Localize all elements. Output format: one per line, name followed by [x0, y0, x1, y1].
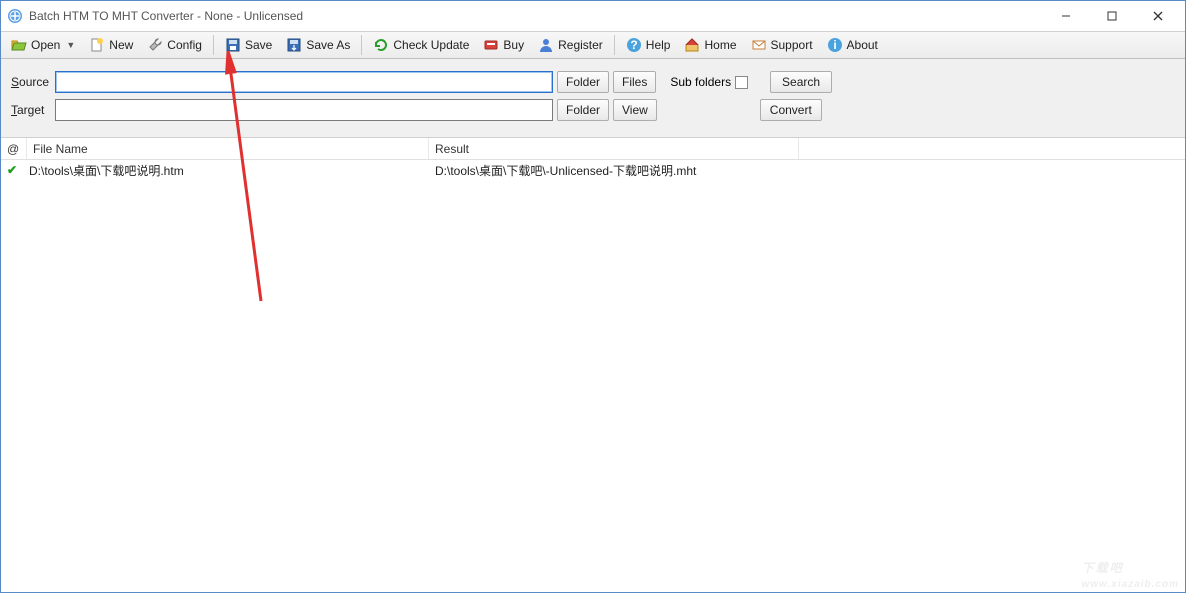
about-label: About [847, 38, 878, 52]
cell-filename: D:\tools\桌面\下载吧说明.htm [23, 162, 429, 179]
source-input[interactable] [55, 71, 553, 93]
check-update-button[interactable]: Check Update [367, 34, 475, 56]
col-spacer [799, 138, 1185, 159]
buy-button[interactable]: Buy [477, 34, 530, 56]
user-icon [538, 37, 554, 53]
support-label: Support [771, 38, 813, 52]
cell-result: D:\tools\桌面\下载吧\-Unlicensed-下载吧说明.mht [429, 162, 702, 179]
watermark: 下载吧 www.xiazaib.com [1082, 547, 1179, 590]
separator [213, 35, 214, 55]
help-icon: ? [626, 37, 642, 53]
check-label: Check Update [393, 38, 469, 52]
floppy-icon [225, 37, 241, 53]
window-controls [1043, 1, 1181, 31]
document-new-icon [89, 37, 105, 53]
wrench-icon [147, 37, 163, 53]
register-button[interactable]: Register [532, 34, 609, 56]
col-result[interactable]: Result [429, 138, 799, 159]
new-label: New [109, 38, 133, 52]
target-input[interactable] [55, 99, 553, 121]
app-icon [7, 8, 23, 24]
refresh-icon [373, 37, 389, 53]
info-icon: i [827, 37, 843, 53]
home-icon [684, 37, 700, 53]
title-bar: Batch HTM TO MHT Converter - None - Unli… [1, 1, 1185, 31]
saveas-label: Save As [306, 38, 350, 52]
new-button[interactable]: New [83, 34, 139, 56]
home-label: Home [704, 38, 736, 52]
search-button[interactable]: Search [770, 71, 832, 93]
target-label: TTargetarget [11, 103, 55, 117]
open-button[interactable]: Open ▼ [5, 34, 81, 56]
window-title: Batch HTM TO MHT Converter - None - Unli… [29, 9, 1043, 23]
maximize-button[interactable] [1089, 1, 1135, 31]
register-label: Register [558, 38, 603, 52]
close-button[interactable] [1135, 1, 1181, 31]
open-label: Open [31, 38, 60, 52]
grid-header: @ File Name Result [1, 138, 1185, 160]
status-check-icon: ✔ [1, 163, 23, 177]
subfolders-label: Sub folders [670, 75, 731, 89]
saveas-button[interactable]: Save As [280, 34, 356, 56]
form-panel: SSourceource Folder Files Sub folders Se… [1, 59, 1185, 138]
config-button[interactable]: Config [141, 34, 208, 56]
svg-text:i: i [833, 38, 836, 52]
separator [361, 35, 362, 55]
help-label: Help [646, 38, 671, 52]
target-folder-button[interactable]: Folder [557, 99, 609, 121]
buy-label: Buy [503, 38, 524, 52]
target-view-button[interactable]: View [613, 99, 657, 121]
floppy-arrow-icon [286, 37, 302, 53]
convert-button[interactable]: Convert [760, 99, 822, 121]
toolbar: Open ▼ New Config Save Save As Check Upd… [1, 31, 1185, 59]
source-folder-button[interactable]: Folder [557, 71, 609, 93]
table-row[interactable]: ✔ D:\tools\桌面\下载吧说明.htm D:\tools\桌面\下载吧\… [1, 160, 1185, 180]
minimize-button[interactable] [1043, 1, 1089, 31]
separator [614, 35, 615, 55]
about-button[interactable]: i About [821, 34, 884, 56]
subfolders-checkbox[interactable] [735, 76, 748, 89]
mail-icon [751, 37, 767, 53]
folder-open-icon [11, 37, 27, 53]
col-status[interactable]: @ [1, 138, 27, 159]
source-files-button[interactable]: Files [613, 71, 656, 93]
svg-text:?: ? [630, 38, 637, 52]
config-label: Config [167, 38, 202, 52]
save-button[interactable]: Save [219, 34, 278, 56]
cart-icon [483, 37, 499, 53]
col-filename[interactable]: File Name [27, 138, 429, 159]
save-label: Save [245, 38, 272, 52]
support-button[interactable]: Support [745, 34, 819, 56]
source-label: SSourceource [11, 75, 55, 89]
help-button[interactable]: ? Help [620, 34, 677, 56]
home-button[interactable]: Home [678, 34, 742, 56]
dropdown-icon[interactable]: ▼ [64, 40, 75, 50]
